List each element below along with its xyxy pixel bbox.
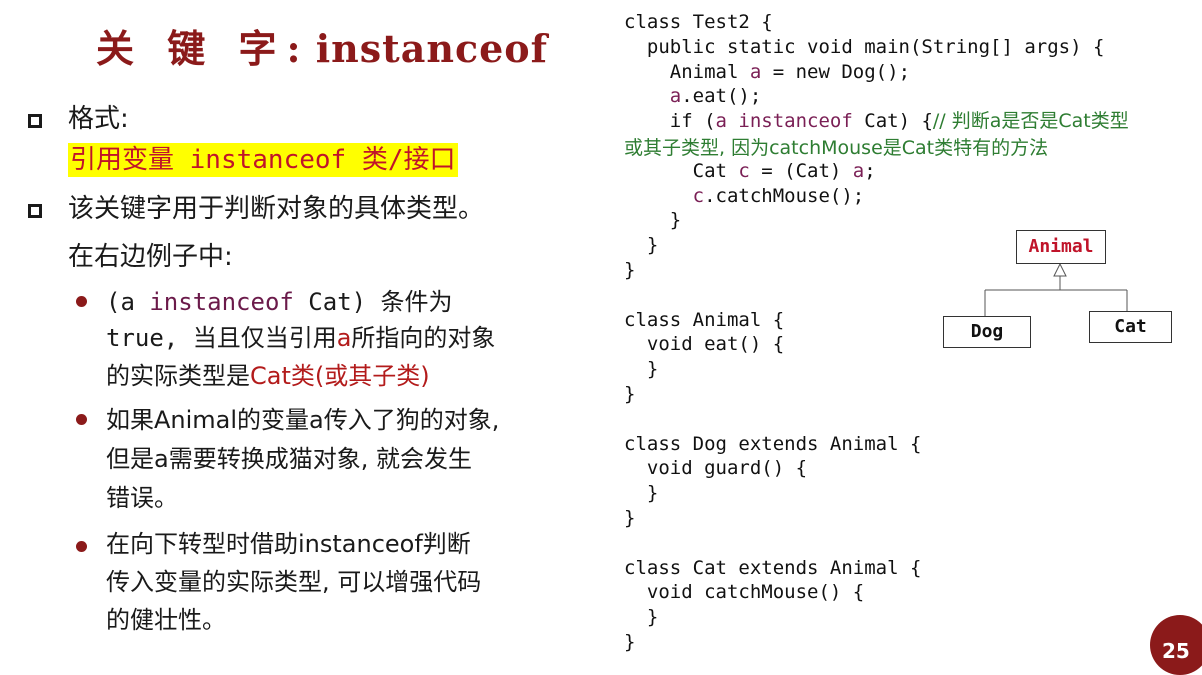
point1-text: 所指向的对象 bbox=[351, 324, 496, 352]
code-line: class Cat extends Animal { bbox=[624, 556, 922, 579]
point1-type: Cat类(或其子类) bbox=[250, 362, 430, 390]
code-token: if ( bbox=[624, 110, 716, 133]
code-line: } bbox=[624, 209, 682, 232]
point3-line1: 在向下转型时借助instanceof判断 bbox=[106, 530, 471, 558]
square-bullet-icon bbox=[28, 204, 42, 218]
point1-text: 的实际类型是 bbox=[106, 362, 250, 390]
page-number-badge: 25 bbox=[1150, 615, 1202, 675]
code-line: } bbox=[624, 358, 659, 381]
code-line: Animal a = new Dog(); bbox=[624, 61, 910, 83]
diagram-class-cat: Cat bbox=[1089, 311, 1172, 343]
code-line: c.catchMouse(); bbox=[624, 184, 865, 207]
format-value: 引用变量 instanceof 类/接口 bbox=[68, 143, 458, 177]
diagram-class-dog: Dog bbox=[943, 316, 1031, 348]
point1-var: a bbox=[336, 324, 352, 352]
code-token: Cat) { bbox=[852, 110, 933, 133]
code-line: class Animal { bbox=[624, 308, 785, 331]
code-comment: // 判断a是否是Cat类型 bbox=[932, 110, 1129, 133]
code-var: a bbox=[852, 159, 865, 182]
code-line: } bbox=[624, 506, 636, 529]
code-line: if (a instanceof Cat) {// 判断a是否是Cat类型 bbox=[624, 110, 1129, 132]
format-label: 格式: bbox=[68, 104, 129, 134]
point3-line2: 传入变量的实际类型, 可以增强代码 bbox=[106, 568, 482, 596]
code-line: } bbox=[624, 606, 659, 629]
usage-line-1: 该关键字用于判断对象的具体类型。 bbox=[68, 194, 485, 224]
code-token: Animal bbox=[624, 60, 750, 83]
format-highlight: 引用变量 instanceof 类/接口 bbox=[68, 143, 458, 177]
code-var: a bbox=[715, 110, 727, 133]
code-var: c bbox=[692, 184, 705, 207]
code-token: .catchMouse(); bbox=[704, 184, 865, 207]
point1-text: Cat) 条件为 bbox=[293, 288, 453, 316]
code-comment-wrap: 或其子类型, 因为catchMouse是Cat类特有的方法 bbox=[624, 137, 1049, 159]
point1-text: (a bbox=[106, 288, 150, 316]
code-token: ; bbox=[864, 159, 876, 182]
point2-line3: 错误。 bbox=[106, 484, 178, 512]
square-bullet-icon bbox=[28, 114, 42, 128]
code-line: } bbox=[624, 234, 659, 257]
code-keyword: instanceof bbox=[726, 110, 853, 133]
point1-line1: (a instanceof Cat) 条件为 bbox=[106, 286, 453, 318]
point1-line3: 的实际类型是Cat类(或其子类) bbox=[106, 360, 430, 392]
usage-line-2: 在右边例子中: bbox=[68, 242, 233, 272]
inheritance-arrow-icon bbox=[1053, 262, 1067, 277]
code-line: public static void main(String[] args) { bbox=[624, 35, 1105, 58]
code-token: .eat(); bbox=[681, 85, 762, 108]
point1-keyword: instanceof bbox=[149, 288, 294, 316]
code-token: = (Cat) bbox=[749, 159, 853, 182]
point1-text: true, 当且仅当引用 bbox=[106, 324, 337, 352]
diagram-class-animal: Animal bbox=[1016, 230, 1106, 264]
point1-line2: true, 当且仅当引用a所指向的对象 bbox=[106, 322, 495, 354]
code-var: a bbox=[749, 60, 762, 83]
code-line: } bbox=[624, 258, 636, 281]
point2-line1: 如果Animal的变量a传入了狗的对象, bbox=[106, 406, 500, 434]
code-line: } bbox=[624, 382, 636, 405]
code-line: } bbox=[624, 630, 636, 653]
code-line: class Dog extends Animal { bbox=[624, 432, 922, 455]
code-line: } bbox=[624, 482, 659, 505]
point2-line2: 但是a需要转换成猫对象, 就会发生 bbox=[106, 445, 472, 473]
slide-title: 关 键 字: instanceof bbox=[96, 18, 548, 73]
title-keyword-instanceof: : instanceof bbox=[286, 26, 548, 71]
code-token: = new Dog(); bbox=[761, 60, 911, 83]
point3-line3: 的健壮性。 bbox=[106, 606, 226, 634]
round-bullet-icon bbox=[76, 541, 87, 552]
code-var: c bbox=[738, 159, 750, 182]
code-token: Cat bbox=[624, 159, 739, 182]
page-number: 25 bbox=[1162, 639, 1190, 663]
code-line: void eat() { bbox=[624, 333, 785, 356]
code-line: Cat c = (Cat) a; bbox=[624, 160, 876, 182]
code-line: a.eat(); bbox=[624, 85, 762, 108]
code-line: void guard() { bbox=[624, 457, 808, 480]
code-line: class Test2 { bbox=[624, 11, 773, 33]
round-bullet-icon bbox=[76, 414, 87, 425]
title-keyword-cjk: 关 键 字 bbox=[96, 26, 287, 71]
code-var: a bbox=[669, 85, 682, 108]
round-bullet-icon bbox=[76, 296, 87, 307]
code-line: void catchMouse() { bbox=[624, 581, 865, 604]
